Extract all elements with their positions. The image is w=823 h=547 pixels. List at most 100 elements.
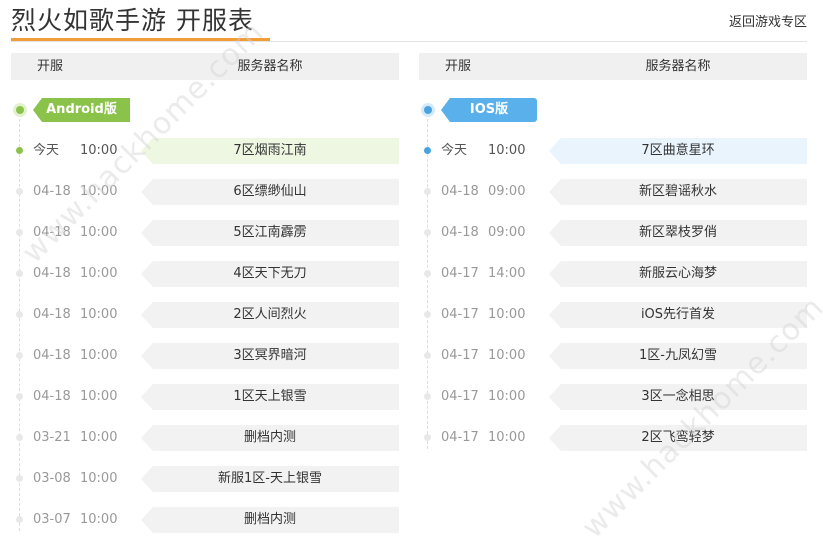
server-name[interactable]: 4区天下无刀 <box>141 261 399 287</box>
server-name[interactable]: 新服云心海梦 <box>549 261 807 287</box>
open-time: 10:00 <box>80 143 118 158</box>
open-date: 04-18 <box>33 348 71 363</box>
open-date: 03-08 <box>33 471 71 486</box>
server-name[interactable]: 7区曲意星环 <box>549 138 807 164</box>
server-name[interactable]: 新区碧谣秋水 <box>549 179 807 205</box>
timeline-dot <box>424 393 431 400</box>
timeline-dot <box>424 147 431 154</box>
header-open-date: 开服 <box>37 59 64 74</box>
timeline-dot <box>16 311 23 318</box>
open-date: 04-17 <box>441 348 479 363</box>
android-platform-row: Android版 <box>11 98 211 122</box>
server-row: 04-18 10:00 1区天上银雪 <box>11 384 399 410</box>
open-date: 04-18 <box>33 266 71 281</box>
server-row: 04-17 10:00 1区-九凤幻雪 <box>419 343 807 369</box>
timeline-dot <box>16 434 23 441</box>
open-date: 04-17 <box>441 389 479 404</box>
open-date: 04-17 <box>441 430 479 445</box>
open-time: 10:00 <box>488 389 526 404</box>
header-server-name: 服务器名称 <box>645 59 711 74</box>
timeline-dot <box>16 516 23 523</box>
timeline-dot <box>424 352 431 359</box>
server-row: 04-18 10:00 5区江南霹雳 <box>11 220 399 246</box>
timeline-dot <box>424 434 431 441</box>
open-date: 04-18 <box>33 225 71 240</box>
open-date: 04-18 <box>441 225 479 240</box>
android-platform-tag: Android版 <box>33 98 130 122</box>
open-date: 今天 <box>33 143 60 158</box>
open-date: 04-18 <box>33 307 71 322</box>
server-name[interactable]: 3区冥界暗河 <box>141 343 399 369</box>
timeline-dot <box>424 229 431 236</box>
timeline-dot <box>16 229 23 236</box>
open-time: 10:00 <box>80 471 118 486</box>
header-divider <box>11 41 807 42</box>
ios-platform-tag: IOS版 <box>441 98 537 122</box>
open-date: 03-21 <box>33 430 71 445</box>
open-date: 04-18 <box>33 184 71 199</box>
server-name[interactable]: 6区缥缈仙山 <box>141 179 399 205</box>
server-name[interactable]: 删档内测 <box>141 507 399 533</box>
open-time: 10:00 <box>488 307 526 322</box>
timeline-dot <box>424 188 431 195</box>
open-time: 10:00 <box>488 348 526 363</box>
timeline-dot <box>16 475 23 482</box>
timeline-dot <box>424 270 431 277</box>
open-time: 10:00 <box>80 307 118 322</box>
open-time: 14:00 <box>488 266 526 281</box>
timeline-dot <box>16 270 23 277</box>
server-name[interactable]: iOS先行首发 <box>549 302 807 328</box>
server-row: 04-18 10:00 3区冥界暗河 <box>11 343 399 369</box>
ios-table-header: 开服 服务器名称 <box>419 53 807 80</box>
open-time: 10:00 <box>80 389 118 404</box>
timeline-dot <box>16 188 23 195</box>
timeline-dot <box>16 147 23 154</box>
open-time: 10:00 <box>80 225 118 240</box>
server-row: 今天 10:00 7区曲意星环 <box>419 138 807 164</box>
open-date: 04-17 <box>441 266 479 281</box>
open-time: 10:00 <box>488 430 526 445</box>
server-row: 04-18 09:00 新区碧谣秋水 <box>419 179 807 205</box>
open-time: 10:00 <box>80 512 118 527</box>
timeline-dot <box>424 311 431 318</box>
server-row: 04-18 10:00 2区人间烈火 <box>11 302 399 328</box>
server-row: 04-18 10:00 6区缥缈仙山 <box>11 179 399 205</box>
ios-server-column: 开服 服务器名称 IOS版 今天 10:00 7区曲意星环 04-18 09:00 新区碧… <box>419 53 807 547</box>
server-name[interactable]: 5区江南霹雳 <box>141 220 399 246</box>
server-name[interactable]: 删档内测 <box>141 425 399 451</box>
back-to-game-zone-link[interactable]: 返回游戏专区 <box>729 11 807 30</box>
server-name[interactable]: 1区天上银雪 <box>141 384 399 410</box>
server-row: 04-17 10:00 3区一念相思 <box>419 384 807 410</box>
open-time: 10:00 <box>80 430 118 445</box>
server-row: 今天 10:00 7区烟雨江南 <box>11 138 399 164</box>
android-table-header: 开服 服务器名称 <box>11 53 399 80</box>
ios-platform-row: IOS版 <box>419 98 619 122</box>
open-time: 10:00 <box>80 266 118 281</box>
header-server-name: 服务器名称 <box>237 59 303 74</box>
android-server-column: 开服 服务器名称 Android版 今天 10:00 7区烟雨江南 04-18 10:0… <box>11 53 399 547</box>
open-date: 今天 <box>441 143 468 158</box>
server-row: 04-17 10:00 2区飞鸾轻梦 <box>419 425 807 451</box>
server-name[interactable]: 新服1区-天上银雪 <box>141 466 399 492</box>
open-time: 10:00 <box>488 143 526 158</box>
header-open-date: 开服 <box>445 59 472 74</box>
server-name[interactable]: 2区人间烈火 <box>141 302 399 328</box>
server-row: 03-21 10:00 删档内测 <box>11 425 399 451</box>
server-row: 04-18 09:00 新区翠枝罗俏 <box>419 220 807 246</box>
server-name[interactable]: 2区飞鸾轻梦 <box>549 425 807 451</box>
open-time: 10:00 <box>80 184 118 199</box>
server-name[interactable]: 新区翠枝罗俏 <box>549 220 807 246</box>
server-row: 04-17 10:00 iOS先行首发 <box>419 302 807 328</box>
server-row: 03-07 10:00 删档内测 <box>11 507 399 533</box>
android-timeline-dot <box>16 106 24 114</box>
timeline-dot <box>16 352 23 359</box>
server-row: 03-08 10:00 新服1区-天上银雪 <box>11 466 399 492</box>
server-name[interactable]: 3区一念相思 <box>549 384 807 410</box>
server-row: 04-17 14:00 新服云心海梦 <box>419 261 807 287</box>
open-date: 03-07 <box>33 512 71 527</box>
server-name[interactable]: 1区-九凤幻雪 <box>549 343 807 369</box>
open-time: 09:00 <box>488 225 526 240</box>
server-row: 04-18 10:00 4区天下无刀 <box>11 261 399 287</box>
server-name[interactable]: 7区烟雨江南 <box>141 138 399 164</box>
ios-timeline-dot <box>424 106 432 114</box>
